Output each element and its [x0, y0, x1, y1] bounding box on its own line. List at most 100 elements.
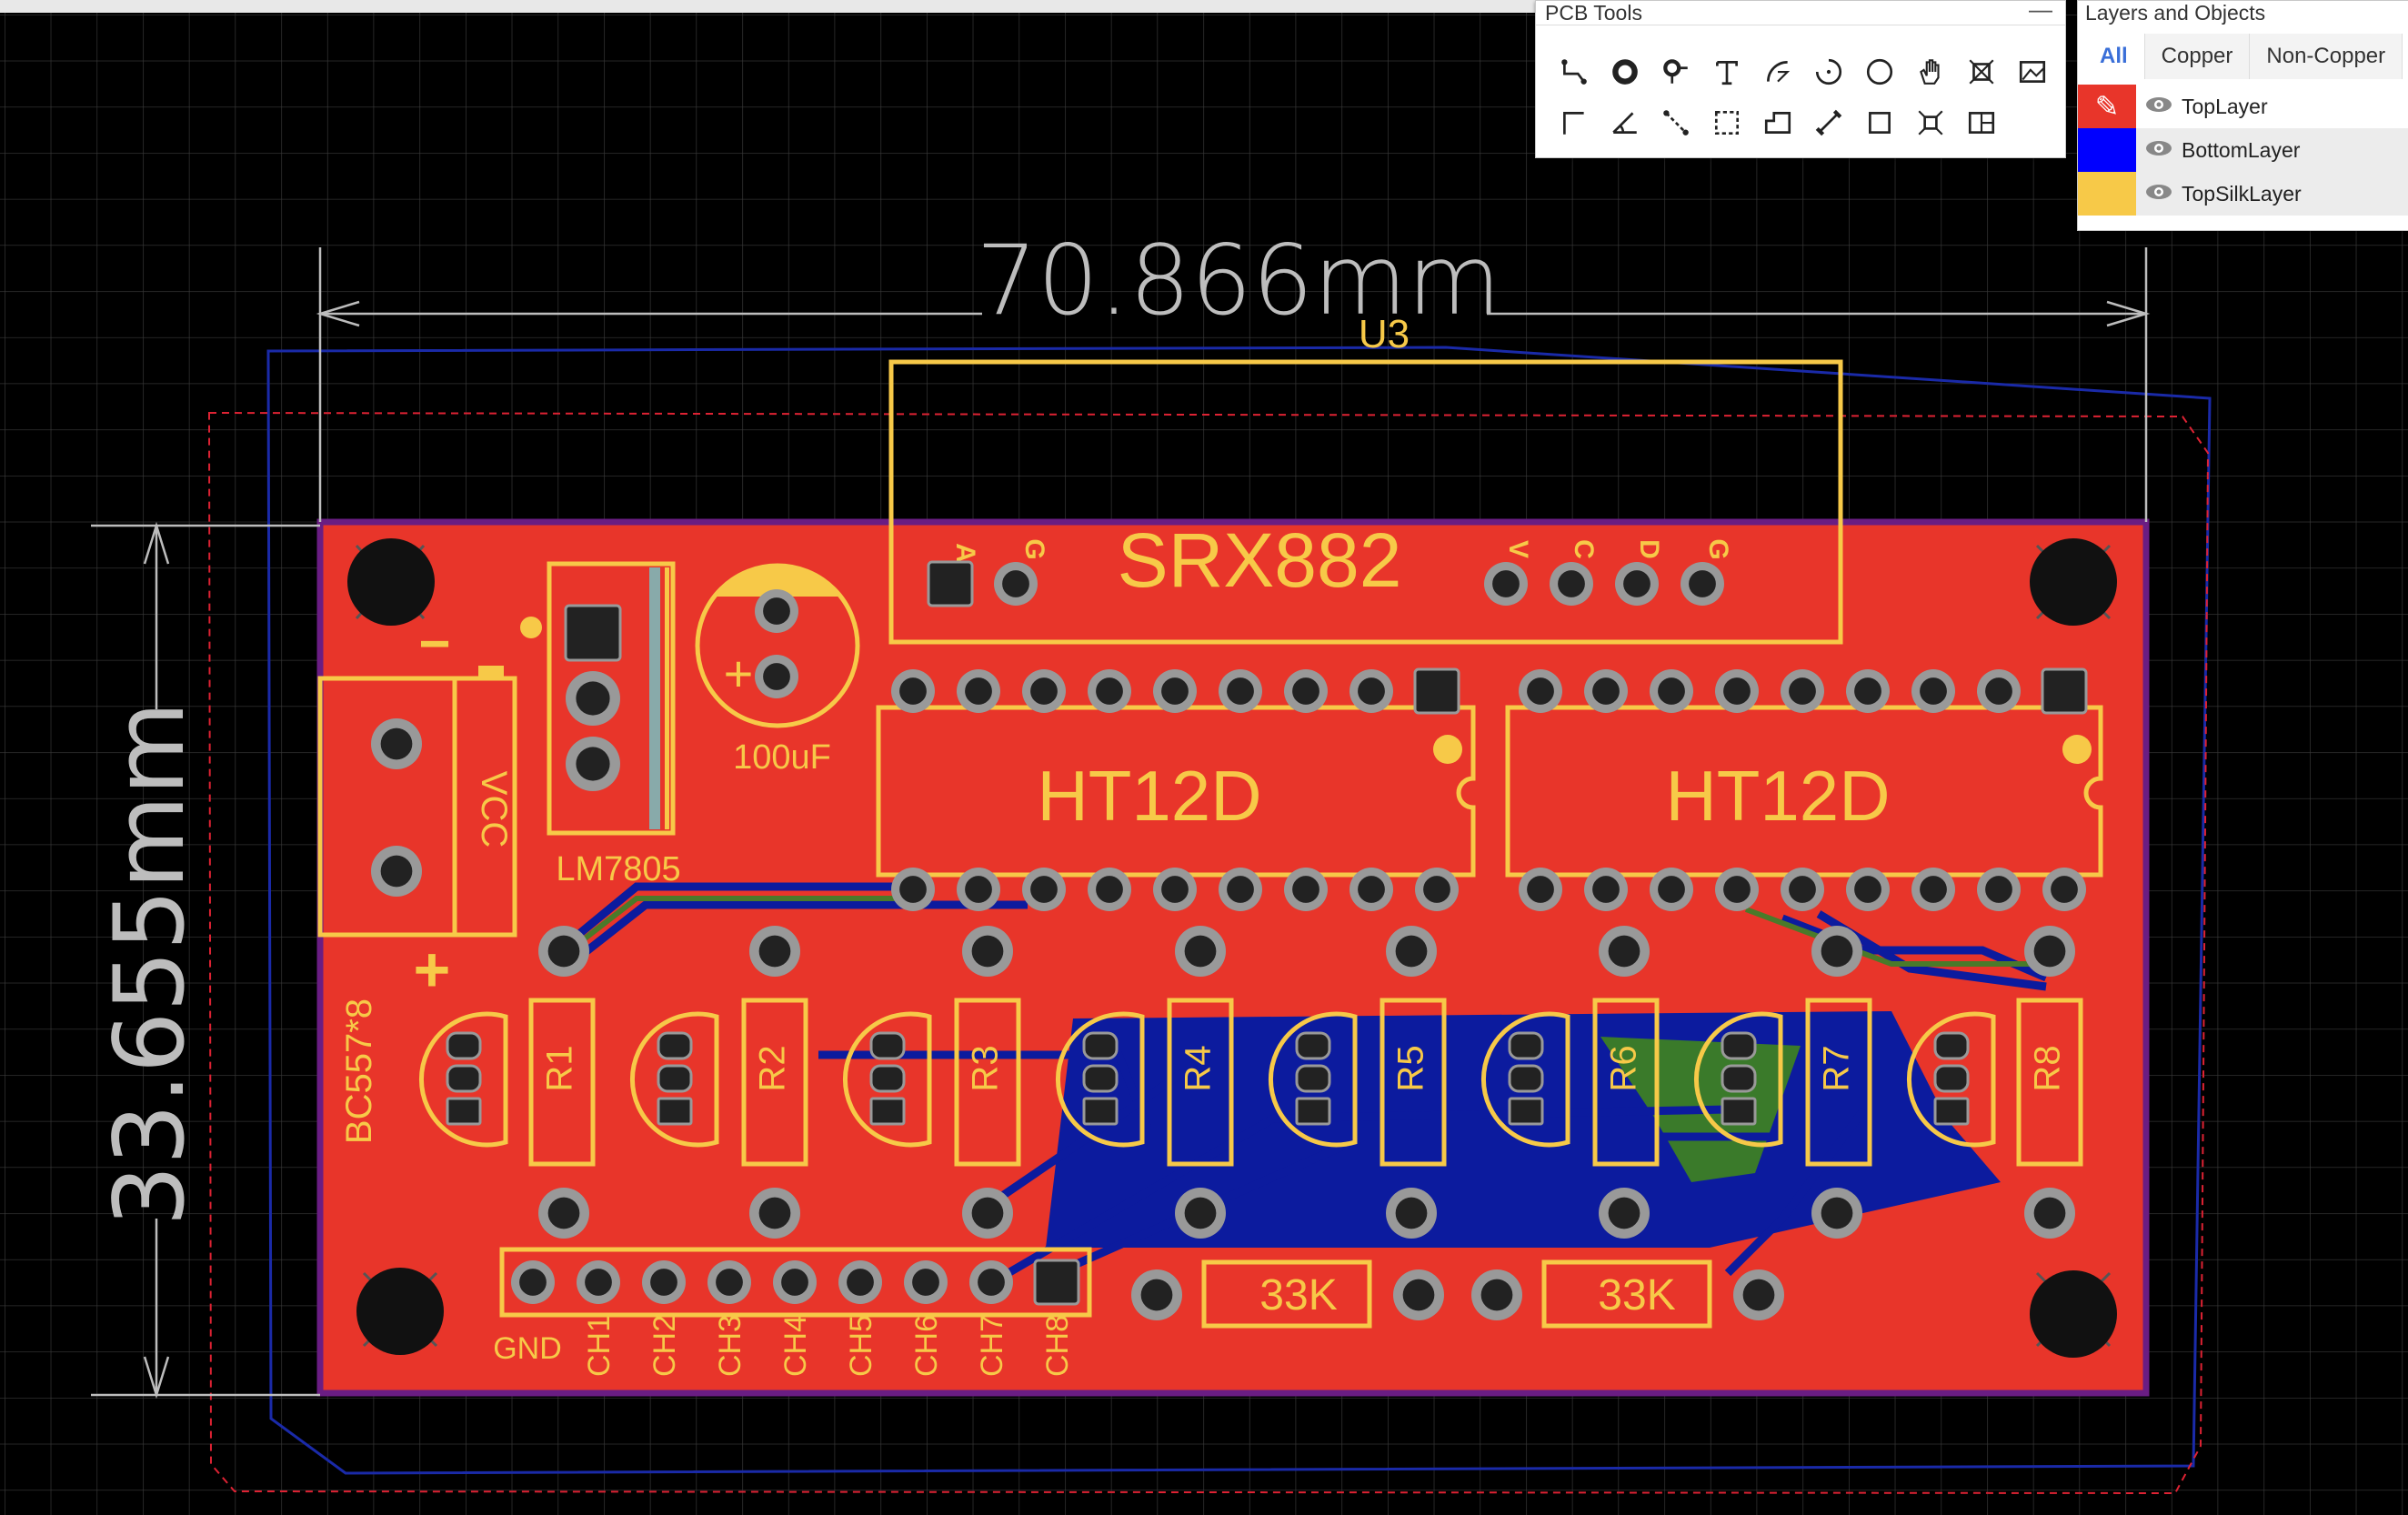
resistor-pad — [1386, 926, 1437, 977]
rectangle-tool-icon[interactable] — [1854, 97, 1905, 148]
layer-row-bottom[interactable]: BottomLayer — [2078, 128, 2408, 172]
ht12d-pad — [1781, 669, 1824, 713]
rectangle-select-icon[interactable] — [1701, 97, 1752, 148]
header-label-ch7: CH7 — [975, 1315, 1009, 1377]
header-pad — [969, 1260, 1013, 1304]
circle-tool-icon[interactable] — [1854, 46, 1905, 97]
ht12d-pad — [891, 868, 935, 911]
srx-pad — [994, 562, 1038, 606]
connect-pad-icon[interactable] — [1803, 97, 1854, 148]
ht12d-pad — [1584, 669, 1628, 713]
pcb-tools-title: PCB Tools — — [1536, 0, 2065, 25]
layer-name-bottom: BottomLayer — [2182, 137, 2301, 162]
ht12d-pad — [1846, 868, 1890, 911]
layer-color-top[interactable]: ✎ — [2078, 85, 2136, 128]
header-label-ch2: CH2 — [647, 1315, 682, 1377]
ht12d-pad — [1977, 669, 2021, 713]
layer-row-top[interactable]: ✎ TopLayer — [2078, 85, 2408, 128]
header-label-ch3: CH3 — [713, 1315, 747, 1377]
tab-non-copper[interactable]: Non-Copper — [2250, 34, 2403, 79]
canvas-origin-icon[interactable] — [1905, 97, 1956, 148]
ht12d-pad — [1022, 868, 1066, 911]
ht12d-pad — [1284, 868, 1328, 911]
resistor-label: R2 — [753, 1045, 793, 1091]
polyline-tool-icon[interactable] — [1549, 97, 1600, 148]
ht12d-pad — [2042, 868, 2086, 911]
lm7805-pad — [564, 604, 622, 662]
pad-tool-icon[interactable] — [1600, 46, 1650, 97]
dimension-tool-icon[interactable] — [1650, 97, 1701, 148]
res-33k-pad — [1733, 1269, 1784, 1320]
eye-icon[interactable] — [2136, 183, 2182, 206]
width-dimension-label: 70.866mm — [976, 225, 1500, 336]
height-dimension-label: 33.655mm — [94, 701, 206, 1226]
ht12d-pad — [1781, 868, 1824, 911]
ht12d-2-pin1-marker — [2062, 735, 2092, 764]
resistor-pad — [749, 1188, 800, 1239]
header-pad — [1033, 1259, 1080, 1306]
ht12d-pad — [1911, 669, 1955, 713]
arc-tool-icon[interactable] — [1752, 46, 1803, 97]
resistor-pad — [538, 926, 589, 977]
resistor-pad — [1175, 926, 1226, 977]
pencil-icon: ✎ — [2094, 90, 2120, 123]
minimize-button[interactable]: — — [2029, 0, 2052, 21]
resistor-pad — [962, 926, 1013, 977]
tab-all[interactable]: All — [2083, 34, 2145, 79]
header-label-ch8: CH8 — [1040, 1315, 1075, 1377]
terminal-pad — [371, 846, 422, 897]
pcb-canvas[interactable]: 70.866mm 33.655mm U3 SRX882 A G V C D G … — [0, 0, 2408, 1515]
ht12d-pad — [1153, 868, 1197, 911]
ht12d-pad — [957, 868, 1000, 911]
srx-pin-g2: G — [1703, 538, 1733, 559]
ht12d-pad — [2041, 667, 2088, 715]
via-tool-icon[interactable] — [1650, 46, 1701, 97]
srx-pin-g1: G — [1019, 538, 1049, 559]
srx-pad — [927, 560, 974, 607]
layer-color-bottom[interactable] — [2078, 128, 2136, 172]
ht12d-pad — [1415, 868, 1459, 911]
lm7805-pad — [566, 671, 620, 726]
tab-copper[interactable]: Copper — [2144, 34, 2251, 79]
ht12d-pad — [1977, 868, 2021, 911]
ht12d-pad — [957, 669, 1000, 713]
lm7805-pad — [566, 737, 620, 791]
header-pad — [511, 1260, 555, 1304]
u3-label: U3 — [1359, 312, 1410, 356]
ht12d-pad — [1219, 669, 1262, 713]
cap-label: 100uF — [733, 738, 831, 777]
srx-pin-a: A — [950, 543, 980, 563]
ht12d-pad — [1650, 669, 1693, 713]
header-label-ch6: CH6 — [909, 1315, 944, 1377]
layer-name-top: TopLayer — [2182, 94, 2268, 118]
pan-tool-icon[interactable] — [1905, 46, 1956, 97]
layer-row-silk[interactable]: TopSilkLayer — [2078, 172, 2408, 216]
layer-name-silk: TopSilkLayer — [2182, 181, 2302, 206]
image-tool-icon[interactable] — [2007, 46, 2058, 97]
pcb-tools-panel: PCB Tools — — [1535, 0, 2066, 158]
ht12d-pad — [1284, 669, 1328, 713]
eye-icon[interactable] — [2136, 95, 2182, 118]
eye-icon[interactable] — [2136, 139, 2182, 162]
resistor-label: R1 — [540, 1045, 580, 1091]
text-tool-icon[interactable] — [1701, 46, 1752, 97]
srx-pad — [1550, 562, 1593, 606]
photo-view-icon[interactable] — [1956, 97, 2007, 148]
resistor-label: R7 — [1817, 1045, 1857, 1091]
center-arc-tool-icon[interactable] — [1803, 46, 1854, 97]
solid-region-icon[interactable] — [1752, 97, 1803, 148]
layer-color-silk[interactable] — [2078, 172, 2136, 216]
track-tool-icon[interactable] — [1549, 46, 1600, 97]
header-label-gnd: GND — [493, 1331, 562, 1366]
srx882-label: SRX882 — [1118, 517, 1402, 603]
ht12d-pad — [1584, 868, 1628, 911]
header-pad — [904, 1260, 948, 1304]
terminal-pad — [371, 718, 422, 769]
pcb-tools-grid — [1549, 46, 2058, 148]
cap-pad — [755, 589, 798, 633]
copper-area-tool-icon[interactable] — [1956, 46, 2007, 97]
cap-pad — [755, 655, 798, 698]
res-33k-1-label: 33K — [1259, 1271, 1337, 1319]
angle-tool-icon[interactable] — [1600, 97, 1650, 148]
header-label-ch5: CH5 — [844, 1315, 878, 1377]
